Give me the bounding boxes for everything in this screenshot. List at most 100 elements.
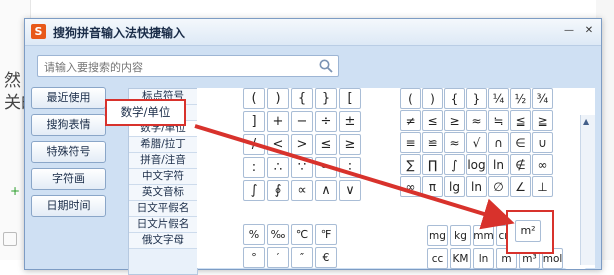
symbol-cell[interactable]: } (315, 88, 337, 109)
special-symbols-button[interactable]: 特殊符号 (31, 141, 106, 163)
symbol-cell[interactable]: KM (450, 248, 471, 269)
date-time-button[interactable]: 日期时间 (31, 195, 106, 217)
symbol-cell[interactable]: ∞ (400, 176, 421, 197)
symbol-cell[interactable]: ∴ (267, 157, 289, 178)
symbol-cell[interactable]: cc (427, 248, 448, 269)
symbol-cell[interactable]: > (291, 134, 313, 155)
symbol-cell[interactable]: ½ (510, 88, 531, 109)
category-pinyin[interactable]: 拼音/注音 (129, 153, 197, 169)
symbol-cell[interactable]: < (267, 134, 289, 155)
symbol-cell[interactable]: ∧ (315, 180, 337, 201)
highlighted-category-callout[interactable]: 数学/单位 (105, 99, 186, 126)
symbol-cell[interactable]: ≈ (444, 132, 465, 153)
symbol-cell[interactable]: lg (444, 176, 465, 197)
symbol-cell[interactable]: % (243, 224, 265, 245)
symbol-cell[interactable]: ∽ (315, 157, 337, 178)
symbol-cell[interactable]: { (291, 88, 313, 109)
symbol-cell[interactable]: ln (488, 154, 509, 175)
symbol-cell[interactable]: ⊥ (532, 176, 553, 197)
math-symbol-grid: ( ) { } ¼ ½ ¾ ≠ ≤ ≥ ≈ ≒ ≦ ≧ ≡ ≌ ≈ √ ∩ ∈ … (400, 88, 553, 197)
symbol-cell[interactable]: ( (400, 88, 421, 109)
symbol-cell[interactable]: ″ (291, 247, 313, 268)
symbol-cell[interactable]: : (243, 157, 265, 178)
symbol-cell[interactable]: ) (267, 88, 289, 109)
category-hiragana[interactable]: 日文平假名 (129, 201, 197, 217)
close-button[interactable]: ✕ (581, 23, 597, 39)
symbol-cell[interactable]: ≥ (339, 134, 361, 155)
symbol-cell[interactable]: ≦ (510, 110, 531, 131)
symbol-cell[interactable]: ( (243, 88, 265, 109)
symbol-cell[interactable]: ∠ (510, 176, 531, 197)
symbol-cell[interactable]: ln (473, 248, 494, 269)
symbol-cell[interactable]: ∅ (488, 176, 509, 197)
highlighted-symbol-callout: m² (506, 210, 554, 254)
symbol-cell[interactable]: kg (450, 225, 471, 246)
image-icon (3, 232, 17, 246)
sogou-emoji-button[interactable]: 搜狗表情 (31, 114, 106, 136)
symbol-cell[interactable]: ∩ (488, 132, 509, 153)
symbol-cell[interactable]: ¼ (488, 88, 509, 109)
symbol-cell[interactable]: ] (243, 111, 265, 132)
scrollbar[interactable]: ▲ (580, 115, 595, 265)
symbol-cell[interactable]: ∝ (291, 180, 313, 201)
symbol-cell[interactable]: √ (466, 132, 487, 153)
symbol-cell[interactable]: ≌ (422, 132, 443, 153)
symbol-cell[interactable]: ′ (267, 247, 289, 268)
recent-button[interactable]: 最近使用 (31, 87, 106, 109)
symbol-cell[interactable]: ∉ (510, 154, 531, 175)
symbol-cell[interactable]: ÷ (315, 111, 337, 132)
symbol-cell[interactable]: ≈ (466, 110, 487, 131)
symbol-cell[interactable]: ln (466, 176, 487, 197)
symbol-cell[interactable]: [ (339, 88, 361, 109)
symbol-cell[interactable]: ≤ (315, 134, 337, 155)
square-meter-symbol[interactable]: m² (515, 220, 541, 242)
symbol-cell[interactable]: − (291, 111, 313, 132)
symbol-cell[interactable]: ∫ (444, 154, 465, 175)
symbol-cell[interactable]: ≠ (400, 110, 421, 131)
category-phonetic[interactable]: 英文音标 (129, 185, 197, 201)
symbol-cell[interactable]: ∪ (532, 132, 553, 153)
minimize-button[interactable]: — (561, 23, 577, 39)
search-icon[interactable] (318, 58, 334, 74)
search-box (37, 55, 339, 77)
symbol-cell[interactable]: + (267, 111, 289, 132)
symbol-cell[interactable]: ∑ (400, 154, 421, 175)
symbol-cell[interactable]: ∵ (291, 157, 313, 178)
category-greek-latin[interactable]: 希腊/拉丁 (129, 137, 197, 153)
title-bar[interactable]: S 搜狗拼音输入法快捷输入 — ✕ (25, 19, 601, 46)
symbol-cell[interactable]: ≥ (444, 110, 465, 131)
symbol-cell[interactable]: ∈ (510, 132, 531, 153)
symbol-cell[interactable]: ≒ (488, 110, 509, 131)
symbol-cell[interactable]: ∮ (267, 180, 289, 201)
search-input[interactable] (38, 58, 320, 77)
symbol-cell[interactable]: ≧ (532, 110, 553, 131)
symbol-cell[interactable]: } (466, 88, 487, 109)
symbol-cell[interactable]: ‰ (267, 224, 289, 245)
symbol-cell[interactable]: mg (427, 225, 448, 246)
symbol-cell[interactable]: { (444, 88, 465, 109)
symbol-cell[interactable]: ∞ (532, 154, 553, 175)
symbol-cell[interactable]: ≤ (422, 110, 443, 131)
symbol-cell[interactable]: ∏ (422, 154, 443, 175)
category-russian[interactable]: 俄文字母 (129, 233, 197, 249)
ascii-art-button[interactable]: 字符画 (31, 168, 106, 190)
symbol-cell[interactable]: ± (339, 111, 361, 132)
category-chinese-chars[interactable]: 中文字符 (129, 169, 197, 185)
symbol-cell[interactable]: ° (243, 247, 265, 268)
symbol-cell[interactable]: log (466, 154, 487, 175)
plus-icon: + (10, 184, 21, 198)
symbol-cell[interactable]: ¾ (532, 88, 553, 109)
symbol-cell[interactable]: ) (422, 88, 443, 109)
symbol-cell[interactable]: ∨ (339, 180, 361, 201)
symbol-cell[interactable]: π (422, 176, 443, 197)
symbol-cell[interactable]: ℉ (315, 224, 337, 245)
symbol-cell[interactable]: mm (473, 225, 494, 246)
symbol-cell[interactable]: € (315, 247, 337, 268)
symbol-cell[interactable]: / (243, 134, 265, 155)
symbol-cell[interactable]: ℃ (291, 224, 313, 245)
category-katakana[interactable]: 日文片假名 (129, 217, 197, 233)
symbol-cell[interactable]: ≡ (400, 132, 421, 153)
symbol-cell[interactable]: ∶ (339, 157, 361, 178)
symbol-cell[interactable]: ∫ (243, 180, 265, 201)
scroll-up-icon[interactable]: ▲ (583, 117, 589, 126)
